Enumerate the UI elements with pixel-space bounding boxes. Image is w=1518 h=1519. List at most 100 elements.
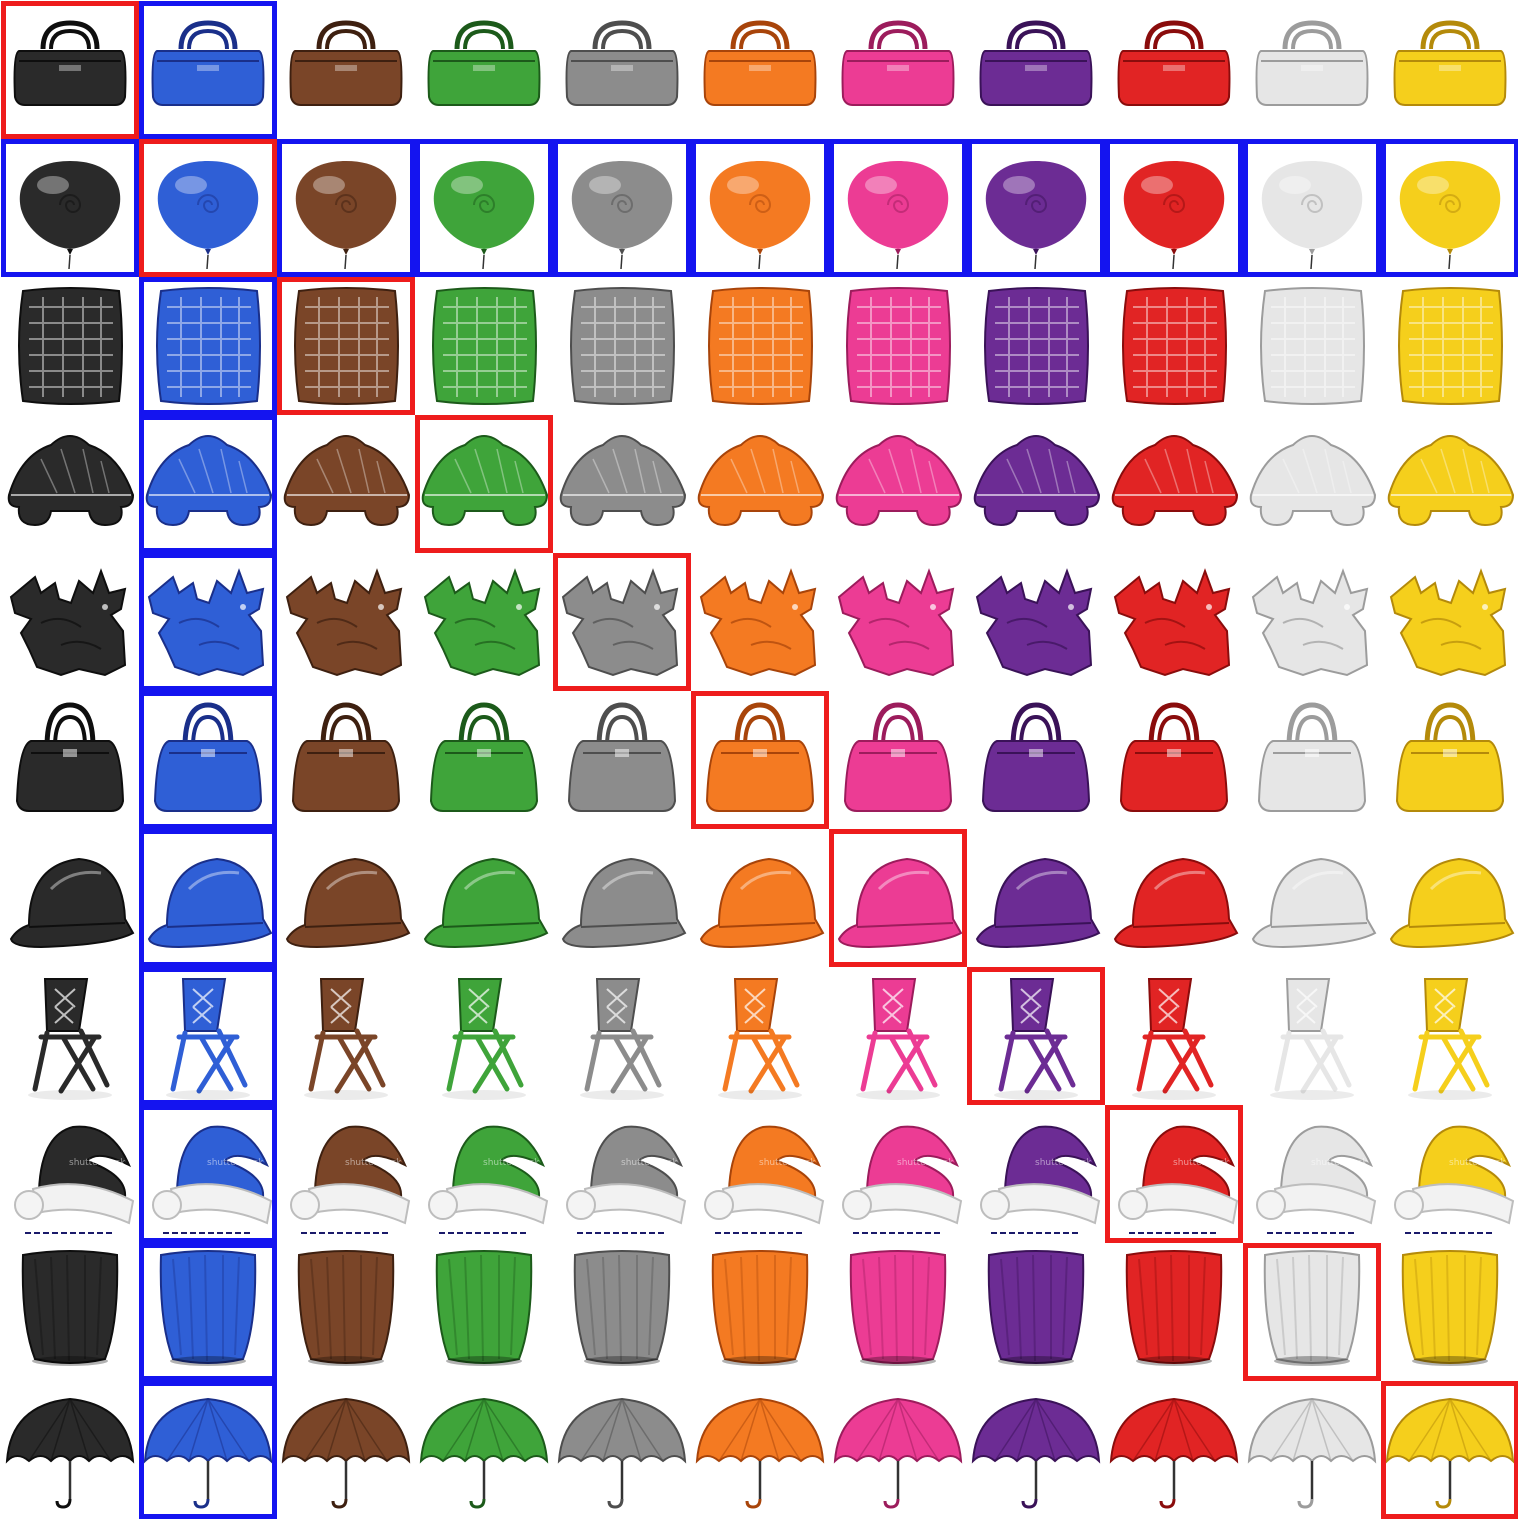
svg-text:shutterstock: shutterstock [1173,1158,1230,1168]
santa-hat-brown-image: shutterstock [290,1125,411,1234]
pillow-orange-tile [691,277,829,415]
folding-chair-green-image [442,978,526,1100]
hard-hat-yellow-image [1389,857,1515,949]
santa-hat-orange-image: shutterstock [704,1125,825,1234]
gargoyle-red-image [1113,568,1231,677]
balloon-brown-tile [277,139,415,277]
vase-black-tile [1,1243,139,1381]
santa-hat-gray-image: shutterstock [566,1125,687,1234]
vase-brown-tile [277,1243,415,1381]
gargoyle-white-image [1251,568,1369,677]
gargoyle-blue-tile [139,553,277,691]
santa-hat-gray-tile: shutterstock [553,1105,691,1243]
vase-pink-tile [829,1243,967,1381]
duffel-bag-gray-image [565,20,679,106]
leaf-shape-brown-image [283,435,411,527]
duffel-bag-blue-tile [139,1,277,139]
santa-hat-green-image: shutterstock [428,1125,549,1234]
santa-hat-red-image: shutterstock [1118,1125,1239,1234]
duffel-bag-green-image [427,20,541,106]
gargoyle-brown-tile [277,553,415,691]
santa-hat-white-tile: shutterstock [1243,1105,1381,1243]
vase-white-tile [1243,1243,1381,1381]
santa-hat-brown-tile: shutterstock [277,1105,415,1243]
pillow-brown-tile [277,277,415,415]
folding-chair-red-image [1132,978,1216,1100]
folding-chair-gray-image [580,978,664,1100]
santa-hat-blue-image: shutterstock [152,1125,273,1234]
duffel-bag-yellow-tile [1381,1,1518,139]
handbag-brown-image [291,702,401,812]
handbag-red-image [1119,702,1229,812]
pillow-green-image [432,287,537,405]
balloon-blue-tile [139,139,277,277]
folding-chair-white-tile [1243,967,1381,1105]
santa-hat-purple-tile: shutterstock [967,1105,1105,1243]
vase-black-image [21,1250,119,1366]
leaf-shape-brown-tile [277,415,415,553]
leaf-shape-black-image [7,435,135,527]
gargoyle-purple-image [975,568,1093,677]
balloon-purple-tile [967,139,1105,277]
umbrella-yellow-image [1385,1397,1515,1509]
duffel-bag-orange-image [703,20,817,106]
santa-hat-purple-image: shutterstock [980,1125,1101,1234]
duffel-bag-purple-image [979,20,1093,106]
vase-brown-image [297,1250,395,1366]
balloon-green-tile [415,139,553,277]
balloon-black-tile [1,139,139,277]
folding-chair-purple-image [994,978,1078,1100]
leaf-shape-red-tile [1105,415,1243,553]
duffel-bag-yellow-image [1393,20,1507,106]
pillow-pink-tile [829,277,967,415]
vase-blue-tile [139,1243,277,1381]
santa-hat-green-tile: shutterstock [415,1105,553,1243]
pillow-gray-tile [553,277,691,415]
balloon-orange-image [709,161,811,270]
gargoyle-gray-tile [553,553,691,691]
folding-chair-blue-tile [139,967,277,1105]
balloon-white-image [1261,161,1363,270]
leaf-shape-blue-tile [139,415,277,553]
gargoyle-orange-tile [691,553,829,691]
balloon-green-image [433,161,535,270]
balloon-pink-tile [829,139,967,277]
folding-chair-gray-tile [553,967,691,1105]
gargoyle-blue-image [147,568,265,677]
svg-text:shutterstock: shutterstock [345,1158,402,1168]
vase-orange-image [711,1250,809,1366]
hard-hat-pink-tile [829,829,967,967]
handbag-pink-tile [829,691,967,829]
hard-hat-orange-tile [691,829,829,967]
folding-chair-white-image [1270,978,1354,1100]
vase-green-image [435,1250,533,1366]
balloon-yellow-tile [1381,139,1518,277]
hard-hat-green-image [423,857,549,949]
folding-chair-brown-image [304,978,388,1100]
pillow-pink-image [846,287,951,405]
pillow-brown-image [294,287,399,405]
balloon-red-image [1123,161,1225,270]
umbrella-red-tile [1105,1381,1243,1519]
leaf-shape-white-image [1249,435,1377,527]
umbrella-orange-image [695,1397,825,1509]
svg-text:shutterstock: shutterstock [1035,1158,1092,1168]
balloon-blue-image [157,161,259,270]
balloon-white-tile [1243,139,1381,277]
handbag-orange-image [705,702,815,812]
handbag-blue-image [153,702,263,812]
gargoyle-red-tile [1105,553,1243,691]
umbrella-black-image [5,1397,135,1509]
umbrella-green-image [419,1397,549,1509]
folding-chair-yellow-image [1408,978,1492,1100]
leaf-shape-yellow-tile [1381,415,1518,553]
svg-text:shutterstock: shutterstock [69,1158,126,1168]
handbag-gray-image [567,702,677,812]
pillow-white-tile [1243,277,1381,415]
gargoyle-white-tile [1243,553,1381,691]
hard-hat-purple-image [975,857,1101,949]
handbag-green-image [429,702,539,812]
vase-yellow-image [1401,1250,1499,1366]
hard-hat-pink-image [837,857,963,949]
duffel-bag-pink-tile [829,1,967,139]
